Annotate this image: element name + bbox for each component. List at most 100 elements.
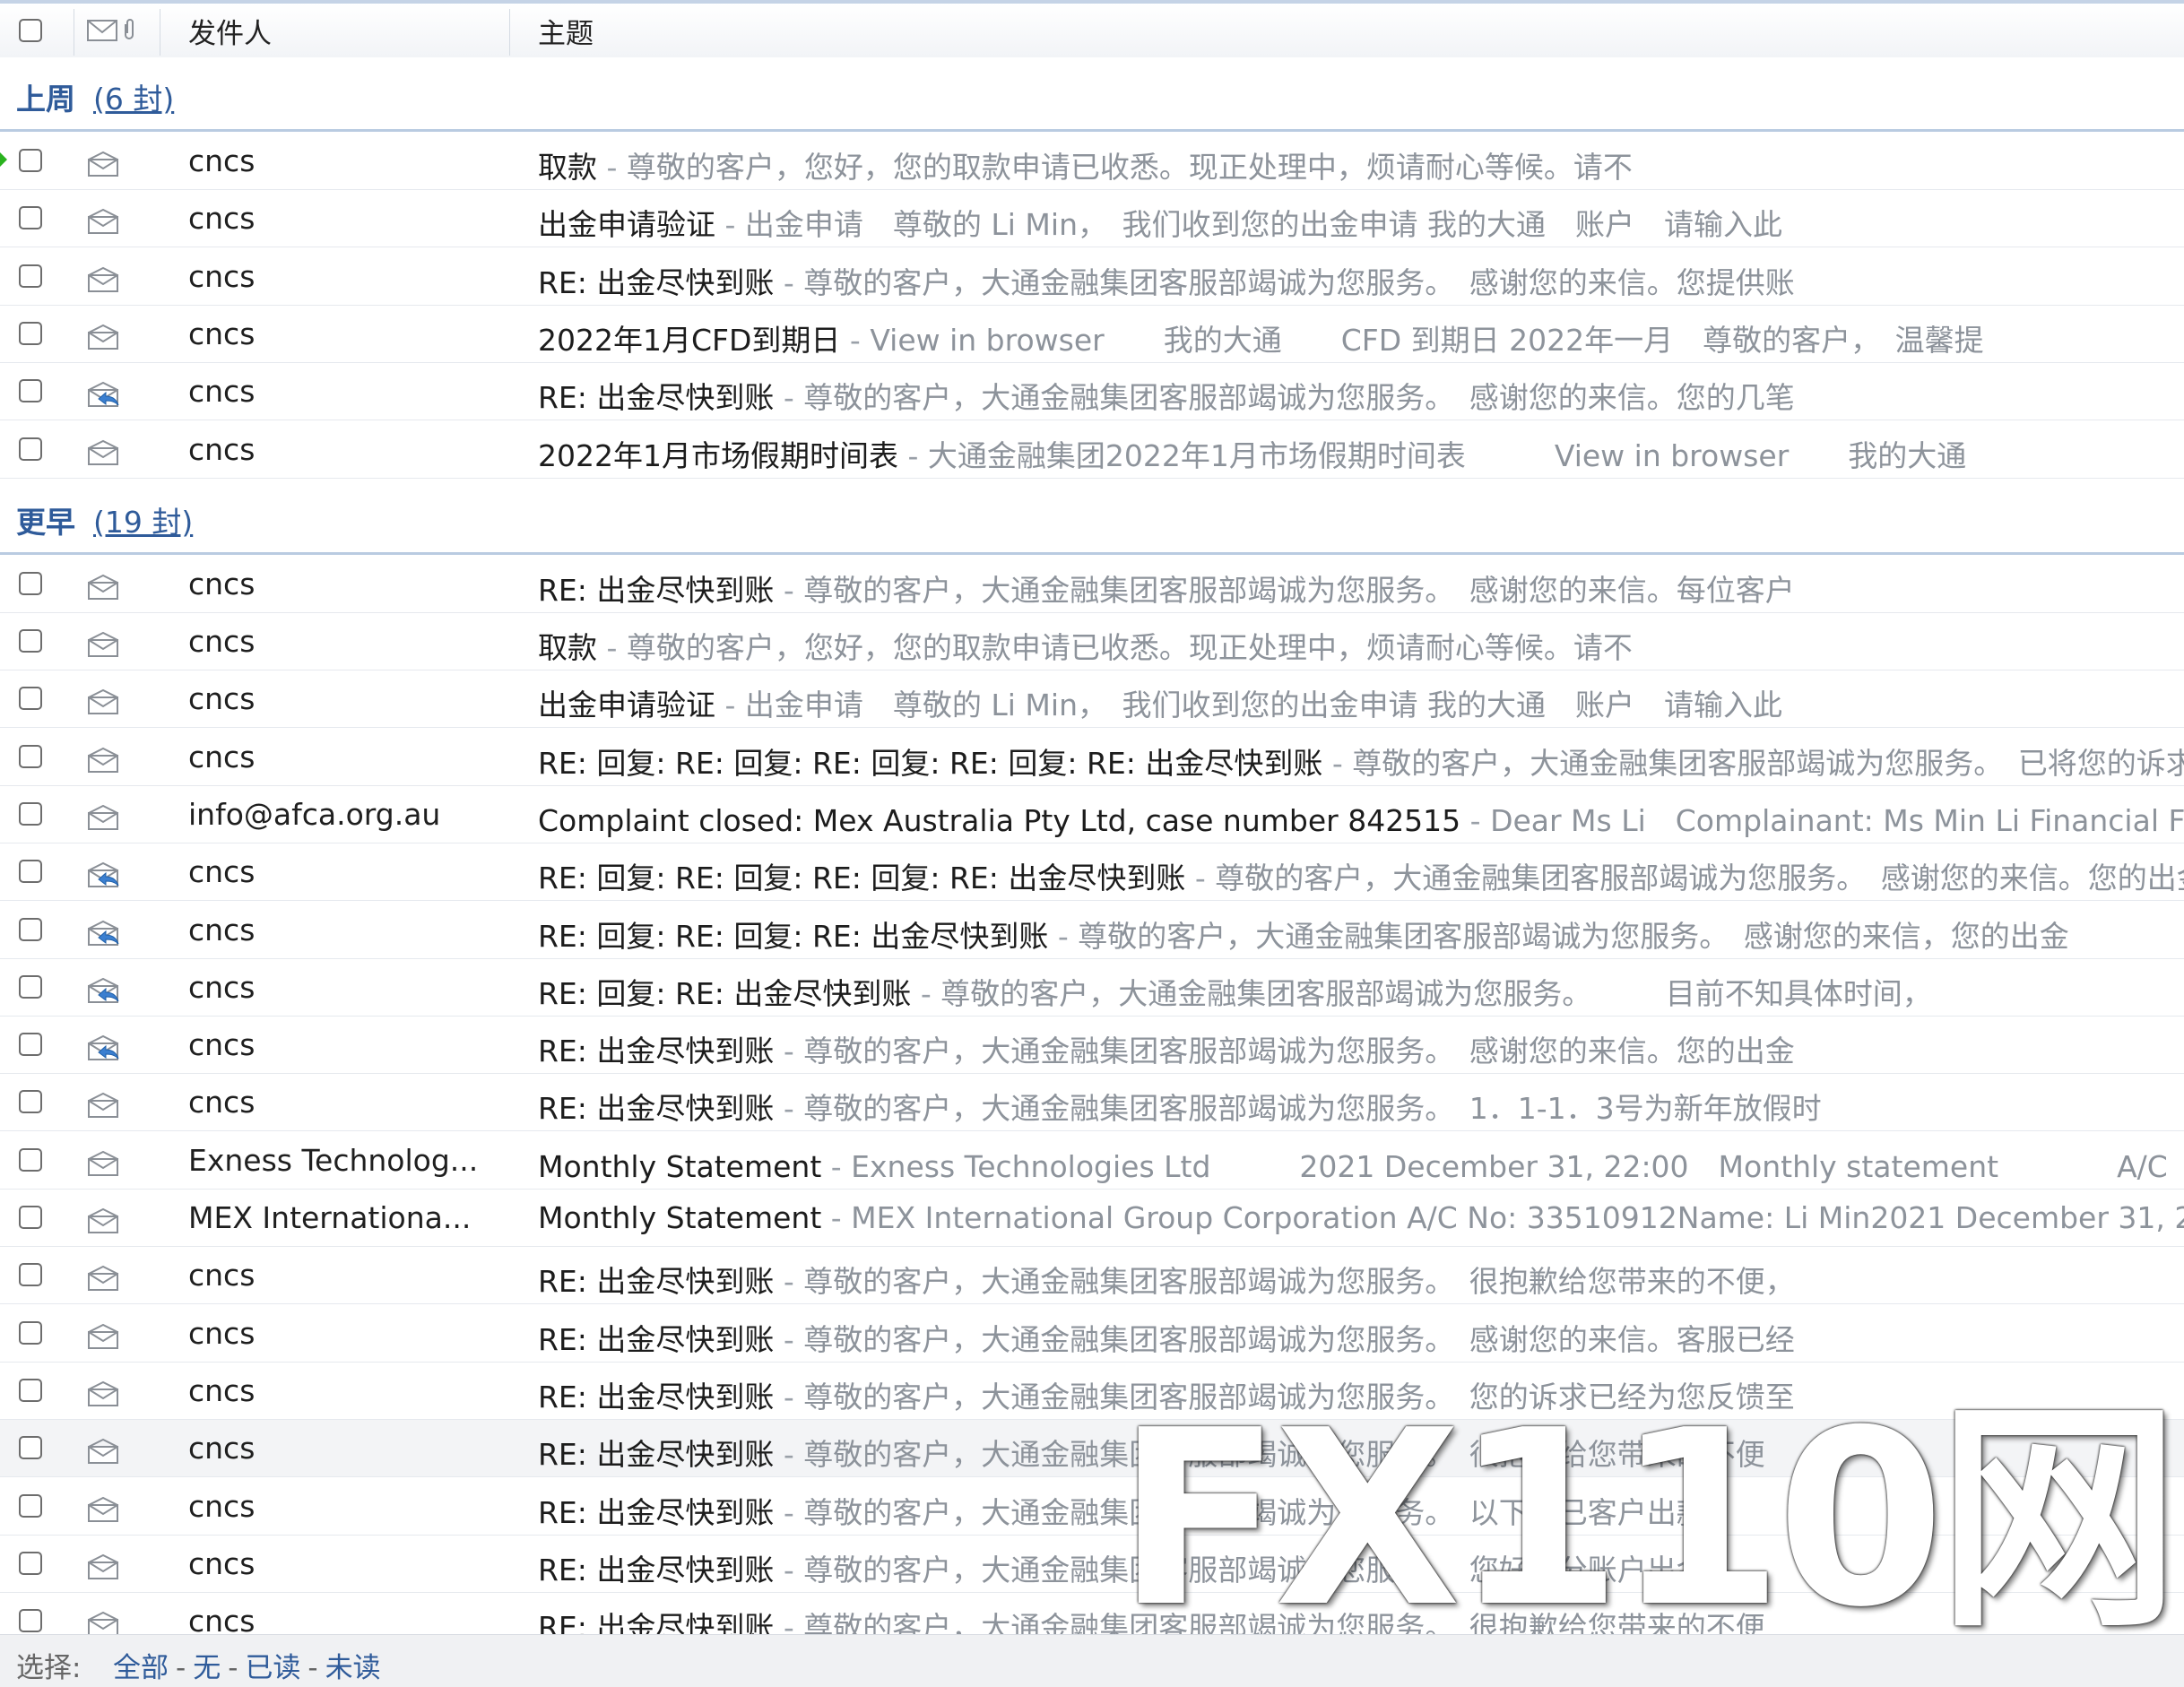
row-checkbox[interactable] <box>19 322 42 345</box>
row-checkbox[interactable] <box>19 1263 42 1286</box>
envelope-icon <box>86 1092 122 1122</box>
message-row[interactable]: cncs RE: 回复: RE: 回复: RE: 回复: RE: 出金尽快到账 -… <box>0 844 2184 901</box>
message-row[interactable]: cncs RE: 出金尽快到账 - 尊敬的客户，大通金融集团客服部竭诚为您服务。 … <box>0 556 2184 613</box>
row-checkbox[interactable] <box>19 1609 42 1632</box>
row-checkbox[interactable] <box>19 1090 42 1113</box>
message-row[interactable]: cncs RE: 回复: RE: 回复: RE: 回复: RE: 回复: RE: … <box>0 729 2184 786</box>
select-read-link[interactable]: 已读 <box>245 1652 300 1684</box>
subject-separator: - <box>1322 746 1353 781</box>
row-checkbox[interactable] <box>19 687 42 710</box>
row-checkbox[interactable] <box>19 264 42 288</box>
subject-line: RE: 回复: RE: 出金尽快到账 - 尊敬的客户，大通金融集团客服部竭诚为您… <box>538 970 2184 1013</box>
row-checkbox[interactable] <box>19 1206 42 1229</box>
sender-name: cncs <box>188 1027 256 1062</box>
preview-text: 尊敬的客户，大通金融集团客服部竭诚为您服务。 感谢您的来信。您的几笔 <box>803 380 1795 415</box>
subject-separator: - <box>774 1091 804 1126</box>
subject-line: RE: 出金尽快到账 - 尊敬的客户，大通金融集团客服部竭诚为您服务。 1．1-… <box>538 1085 2184 1128</box>
select-all-link[interactable]: 全部 <box>113 1652 169 1684</box>
message-row[interactable]: cncs RE: 出金尽快到账 - 尊敬的客户，大通金融集团客服部竭诚为您服务。 … <box>0 1017 2184 1074</box>
message-row[interactable]: cncs RE: 出金尽快到账 - 尊敬的客户，大通金融集团客服部竭诚为您服务。 … <box>0 1305 2184 1363</box>
sender-name: cncs <box>188 201 256 236</box>
row-checkbox[interactable] <box>19 745 42 768</box>
preview-text: 尊敬的客户，大通金融集团客服部竭诚为您服务。 感谢您的来信。您的出金 <box>1215 861 2184 895</box>
sender-name: cncs <box>188 432 256 467</box>
header-divider <box>509 9 510 56</box>
row-checkbox[interactable] <box>19 975 42 999</box>
row-checkbox[interactable] <box>19 379 42 402</box>
subject-separator: - <box>1185 861 1216 895</box>
message-row[interactable]: cncs 2022年1月CFD到期日 - View in browser 我的大通… <box>0 306 2184 363</box>
select-unread-link[interactable]: 未读 <box>325 1652 381 1684</box>
sender-name: Exness Technolog... <box>188 1143 479 1178</box>
subject-line: RE: 出金尽快到账 - 尊敬的客户，大通金融集团客服部竭诚为您服务。 感谢您的… <box>538 259 2184 302</box>
message-row[interactable]: cncs RE: 出金尽快到账 - 尊敬的客户，大通金融集团客服部竭诚为您服务。 … <box>0 1247 2184 1304</box>
row-checkbox-cell <box>19 206 42 233</box>
subject-text: RE: 回复: RE: 回复: RE: 回复: RE: 回复: RE: 出金尽快… <box>538 746 1323 781</box>
sender-name: MEX Internationa... <box>188 1200 472 1235</box>
row-checkbox[interactable] <box>19 1321 42 1345</box>
sender-header-label: 发件人 <box>188 17 272 50</box>
sender-name: cncs <box>188 854 256 889</box>
subject-line: 出金申请验证 - 出金申请 尊敬的 Li Min， 我们收到您的出金申请 我的大… <box>538 201 2184 244</box>
message-row[interactable]: Exness Technolog... Monthly Statement - E… <box>0 1132 2184 1190</box>
sender-name: cncs <box>188 374 256 409</box>
envelope-icon <box>86 574 122 604</box>
subject-column-header[interactable]: 主题 <box>538 4 594 57</box>
subject-text: RE: 出金尽快到账 <box>538 1034 775 1068</box>
subject-line: 取款 - 尊敬的客户，您好，您的取款申请已收悉。现正处理中，烦请耐心等候。请不 <box>538 624 2184 667</box>
group-count-link[interactable]: (6 封) <box>93 75 174 118</box>
subject-line: RE: 出金尽快到账 - 尊敬的客户，大通金融集团客服部竭诚为您服务。 感谢您的… <box>538 1316 2184 1359</box>
subject-text: RE: 出金尽快到账 <box>538 380 775 415</box>
subject-text: RE: 回复: RE: 回复: RE: 回复: RE: 出金尽快到账 <box>538 861 1186 895</box>
row-checkbox[interactable] <box>19 629 42 653</box>
preview-text: 出金申请 尊敬的 Li Min， 我们收到您的出金申请 我的大通 账户 请输入此 <box>744 207 1782 242</box>
message-row[interactable]: cncs 取款 - 尊敬的客户，您好，您的取款申请已收悉。现正处理中，烦请耐心等候… <box>0 613 2184 670</box>
message-row[interactable]: cncs RE: 回复: RE: 出金尽快到账 - 尊敬的客户，大通金融集团客服部… <box>0 959 2184 1017</box>
envelope-icon <box>86 1438 122 1468</box>
subject-text: RE: 出金尽快到账 <box>538 1264 775 1299</box>
subject-separator: - <box>1048 919 1079 954</box>
row-checkbox[interactable] <box>19 206 42 229</box>
row-checkbox[interactable] <box>19 572 42 595</box>
subject-separator: - <box>715 207 745 242</box>
status-column-header[interactable] <box>86 4 136 57</box>
sender-name: cncs <box>188 1431 256 1466</box>
subject-text: RE: 回复: RE: 回复: RE: 出金尽快到账 <box>538 919 1049 954</box>
message-row[interactable]: cncs 出金申请验证 - 出金申请 尊敬的 Li Min， 我们收到您的出金申请… <box>0 670 2184 728</box>
row-checkbox-cell <box>19 918 42 945</box>
row-checkbox[interactable] <box>19 1379 42 1402</box>
row-checkbox[interactable] <box>19 1436 42 1459</box>
message-row[interactable]: info@afca.org.au Complaint closed: Mex Au… <box>0 786 2184 844</box>
message-row[interactable]: cncs 出金申请验证 - 出金申请 尊敬的 Li Min， 我们收到您的出金申请… <box>0 190 2184 247</box>
message-row[interactable]: cncs 2022年1月市场假期时间表 - 大通金融集团2022年1月市场假期时间… <box>0 421 2184 479</box>
message-row[interactable]: cncs RE: 出金尽快到账 - 尊敬的客户，大通金融集团客服部竭诚为您服务。 … <box>0 1074 2184 1131</box>
sender-name: cncs <box>188 143 256 178</box>
row-checkbox[interactable] <box>19 1494 42 1518</box>
row-checkbox[interactable] <box>19 1148 42 1172</box>
select-all-checkbox[interactable] <box>19 19 42 42</box>
row-checkbox[interactable] <box>19 149 42 172</box>
row-checkbox[interactable] <box>19 1552 42 1575</box>
select-none-link[interactable]: 无 <box>193 1652 221 1684</box>
row-checkbox[interactable] <box>19 802 42 826</box>
message-row[interactable]: cncs RE: 出金尽快到账 - 尊敬的客户，大通金融集团客服部竭诚为您服务。 … <box>0 248 2184 306</box>
envelope-icon <box>86 439 122 470</box>
envelope-icon <box>86 1323 122 1354</box>
row-checkbox[interactable] <box>19 918 42 941</box>
sender-column-header[interactable]: 发件人 <box>188 4 272 57</box>
message-row[interactable]: cncs RE: 出金尽快到账 - 尊敬的客户，大通金融集团客服部竭诚为您服务。 … <box>0 363 2184 420</box>
preview-text: 尊敬的客户，大通金融集团客服部竭诚为您服务。 1．1-1．3号为新年放假时 <box>803 1091 1822 1126</box>
row-checkbox[interactable] <box>19 1033 42 1056</box>
message-row[interactable]: MEX Internationa... Monthly Statement - M… <box>0 1190 2184 1247</box>
message-row[interactable]: cncs RE: 回复: RE: 回复: RE: 出金尽快到账 - 尊敬的客户，大… <box>0 902 2184 959</box>
group-count-link[interactable]: (19 封) <box>93 498 193 541</box>
subject-text: 2022年1月市场假期时间表 <box>538 438 898 473</box>
preview-text: 尊敬的客户，您好，您的取款申请已收悉。现正处理中，烦请耐心等候。请不 <box>626 150 1633 185</box>
subject-line: 2022年1月CFD到期日 - View in browser 我的大通 CFD… <box>538 316 2184 359</box>
row-checkbox-cell <box>19 1033 42 1060</box>
envelope-icon <box>86 688 122 719</box>
message-row[interactable]: cncs 取款 - 尊敬的客户，您好，您的取款申请已收悉。现正处理中，烦请耐心等候… <box>0 133 2184 190</box>
row-checkbox[interactable] <box>19 860 42 883</box>
row-checkbox[interactable] <box>19 437 42 461</box>
subject-line: 出金申请验证 - 出金申请 尊敬的 Li Min， 我们收到您的出金申请 我的大… <box>538 681 2184 724</box>
